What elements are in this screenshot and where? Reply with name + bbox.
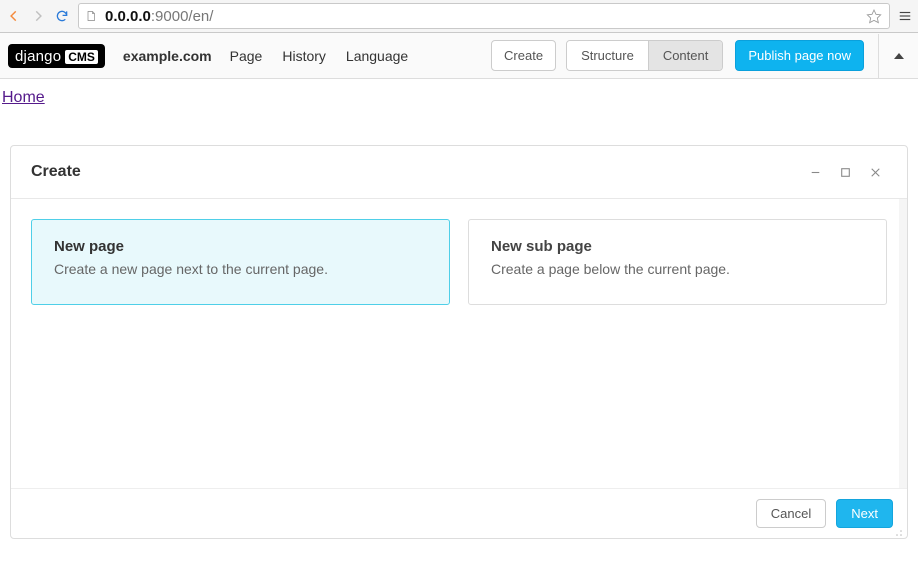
option-new-sub-page[interactable]: New sub page Create a page below the cur… bbox=[468, 219, 887, 305]
content-tab[interactable]: Content bbox=[648, 41, 723, 70]
url-bar[interactable]: 0.0.0.0:9000/en/ bbox=[78, 3, 890, 29]
forward-button[interactable] bbox=[26, 1, 50, 31]
browser-chrome: 0.0.0.0:9000/en/ bbox=[0, 0, 918, 33]
logo-badge-text: CMS bbox=[65, 50, 98, 64]
publish-button[interactable]: Publish page now bbox=[735, 40, 864, 71]
create-modal: Create New page Create a new page next t… bbox=[10, 145, 908, 539]
page-content: Home bbox=[0, 79, 918, 117]
modal-header: Create bbox=[11, 146, 907, 199]
page-icon bbox=[85, 9, 97, 23]
option-new-page[interactable]: New page Create a new page next to the c… bbox=[31, 219, 450, 305]
toolbar-collapse-toggle[interactable] bbox=[878, 34, 918, 78]
modal-body: New page Create a new page next to the c… bbox=[11, 199, 907, 489]
structure-tab[interactable]: Structure bbox=[567, 41, 648, 70]
home-link[interactable]: Home bbox=[2, 89, 45, 106]
menu-language[interactable]: Language bbox=[346, 48, 408, 64]
browser-menu-icon[interactable] bbox=[894, 1, 916, 31]
cms-logo[interactable]: django CMS bbox=[8, 44, 105, 68]
url-text: 0.0.0.0:9000/en/ bbox=[105, 8, 857, 25]
option-title: New sub page bbox=[491, 238, 864, 255]
logo-box: django CMS bbox=[8, 44, 105, 68]
back-button[interactable] bbox=[2, 1, 26, 31]
modal-scrollbar[interactable] bbox=[899, 199, 907, 488]
modal-close-icon[interactable] bbox=[863, 160, 887, 184]
menu-page[interactable]: Page bbox=[230, 48, 263, 64]
modal-footer: Cancel Next bbox=[11, 489, 907, 538]
modal-minimize-icon[interactable] bbox=[803, 160, 827, 184]
modal-maximize-icon[interactable] bbox=[833, 160, 857, 184]
menu-history[interactable]: History bbox=[282, 48, 326, 64]
url-host: 0.0.0.0 bbox=[105, 8, 151, 25]
create-button[interactable]: Create bbox=[491, 40, 556, 71]
cms-toolbar: django CMS example.com Page History Lang… bbox=[0, 33, 918, 79]
option-title: New page bbox=[54, 238, 427, 255]
view-mode-toggle: Structure Content bbox=[566, 40, 723, 71]
cancel-button[interactable]: Cancel bbox=[756, 499, 826, 528]
reload-button[interactable] bbox=[50, 1, 74, 31]
option-desc: Create a new page next to the current pa… bbox=[54, 261, 427, 277]
logo-primary-text: django bbox=[15, 48, 61, 65]
url-rest: :9000/en/ bbox=[151, 8, 214, 25]
bookmark-star-icon[interactable] bbox=[865, 7, 883, 25]
option-desc: Create a page below the current page. bbox=[491, 261, 864, 277]
next-button[interactable]: Next bbox=[836, 499, 893, 528]
site-name[interactable]: example.com bbox=[123, 48, 212, 64]
modal-title: Create bbox=[31, 163, 797, 181]
resize-grip-icon[interactable] bbox=[893, 524, 903, 534]
